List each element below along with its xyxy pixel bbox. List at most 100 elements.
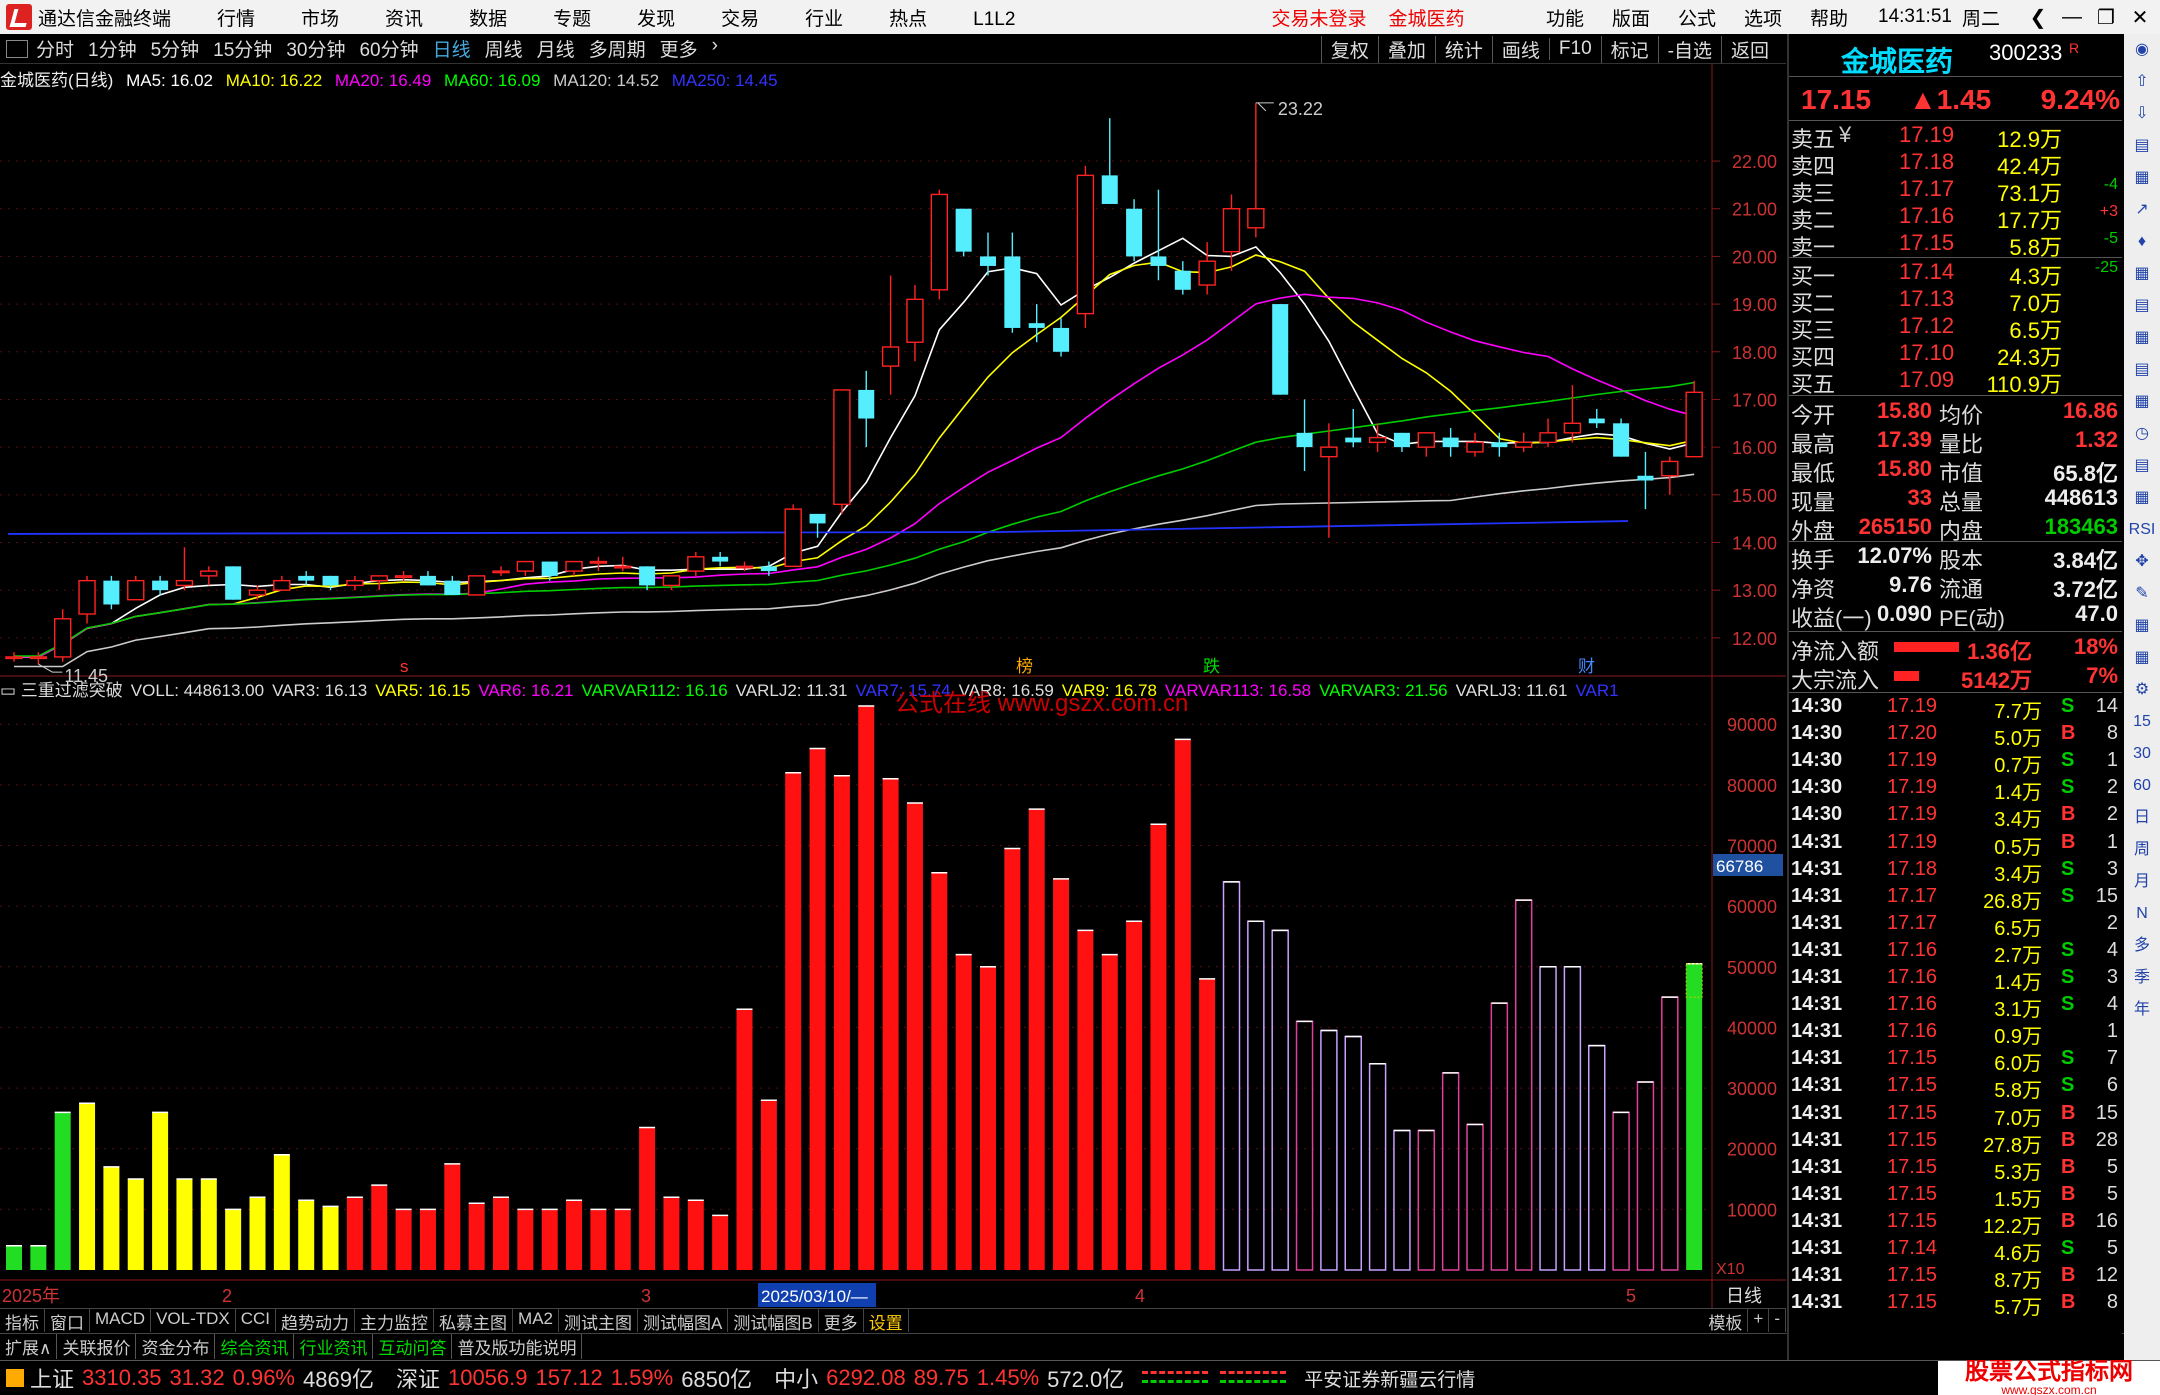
toolbar-btn-5[interactable]: 标记 (1600, 35, 1658, 63)
info-tab-6[interactable]: 普及版功能说明 (452, 1334, 583, 1359)
indicator-tab-2[interactable]: MACD (90, 1309, 152, 1332)
period-tab-8[interactable]: 月线 (537, 35, 575, 62)
info-tab-2[interactable]: 资金分布 (136, 1334, 216, 1359)
window-toggle-icon[interactable] (6, 39, 28, 58)
side-period-8[interactable]: 季 (2124, 962, 2160, 994)
side-tool-icon[interactable]: ▦ (2124, 386, 2160, 418)
side-tool-icon[interactable]: ▤ (2124, 354, 2160, 386)
period-tab-2[interactable]: 5分钟 (151, 35, 200, 62)
right-menu-item-1[interactable]: 版面 (1612, 4, 1650, 31)
indicator-tab-11[interactable]: 测试幅图B (728, 1309, 819, 1333)
menu-item-7[interactable]: 行业 (805, 9, 843, 30)
toolbar-btn-2[interactable]: 统计 (1434, 35, 1492, 63)
side-period-1[interactable]: 30 (2124, 738, 2160, 770)
sh-label[interactable]: 上证 (30, 1362, 74, 1394)
info-tab-4[interactable]: 行业资讯 (294, 1334, 374, 1359)
side-tool-icon[interactable]: ▦ (2124, 162, 2160, 194)
side-tool-icon[interactable]: ▤ (2124, 130, 2160, 162)
menu-item-4[interactable]: 专题 (553, 9, 591, 30)
right-menu-item-3[interactable]: 选项 (1744, 4, 1782, 31)
menu-item-9[interactable]: L1L2 (973, 9, 1015, 30)
info-tab-3[interactable]: 综合资讯 (215, 1334, 295, 1359)
side-tool-icon[interactable]: ⇧ (2124, 66, 2160, 98)
menu-item-8[interactable]: 热点 (889, 9, 927, 30)
period-tab-3[interactable]: 15分钟 (213, 35, 272, 62)
side-tool-icon[interactable]: ▦ (2124, 642, 2160, 674)
right-menu-item-0[interactable]: 功能 (1546, 4, 1584, 31)
menu-item-0[interactable]: 行情 (217, 9, 255, 30)
indicator-tab-0[interactable]: 指标 (0, 1309, 45, 1333)
side-tool-icon[interactable]: ♦ (2124, 226, 2160, 258)
indicator-tab-7[interactable]: 私募主图 (434, 1309, 514, 1333)
restore-icon[interactable]: ❐ (2096, 5, 2116, 30)
indicator-tab-15[interactable]: + (1748, 1309, 1770, 1332)
period-tab-4[interactable]: 30分钟 (286, 35, 345, 62)
candle-body (662, 575, 681, 587)
menu-item-1[interactable]: 市场 (301, 9, 339, 30)
period-tab-10[interactable]: 更多 (660, 35, 698, 62)
side-tool-icon[interactable]: ⇩ (2124, 98, 2160, 130)
sz-label[interactable]: 深证 (396, 1362, 440, 1394)
toolbar-btn-0[interactable]: 复权 (1320, 35, 1378, 63)
info-tab-1[interactable]: 关联报价 (57, 1334, 137, 1359)
indicator-tab-13[interactable]: 设置 (864, 1309, 909, 1333)
indicator-tab-5[interactable]: 趋势动力 (276, 1309, 356, 1333)
side-tool-icon[interactable]: ◷ (2124, 418, 2160, 450)
indicator-tab-4[interactable]: CCI (236, 1309, 277, 1332)
period-tab-1[interactable]: 1分钟 (88, 35, 137, 62)
toolbar-btn-6[interactable]: -自选 (1657, 35, 1721, 63)
back-icon[interactable]: ❮ (2028, 5, 2048, 30)
right-menu-item-4[interactable]: 帮助 (1810, 4, 1848, 31)
side-period-9[interactable]: 年 (2124, 994, 2160, 1026)
side-tool-icon[interactable]: ◉ (2124, 34, 2160, 66)
menu-item-6[interactable]: 交易 (721, 9, 759, 30)
indicator-tab-3[interactable]: VOL-TDX (151, 1309, 236, 1332)
indicator-tab-6[interactable]: 主力监控 (355, 1309, 435, 1333)
minimize-icon[interactable]: — (2062, 6, 2082, 29)
side-tool-icon[interactable]: ↗ (2124, 194, 2160, 226)
zx-label[interactable]: 中小 (774, 1362, 818, 1394)
menu-item-3[interactable]: 数据 (469, 9, 507, 30)
indicator-tab-16[interactable]: - (1769, 1309, 1786, 1332)
indicator-tab-10[interactable]: 测试幅图A (638, 1309, 729, 1333)
info-tab-0[interactable]: 扩展∧ (0, 1334, 58, 1359)
period-tab-6[interactable]: 日线 (433, 35, 471, 62)
side-period-6[interactable]: N (2124, 898, 2160, 930)
side-period-5[interactable]: 月 (2124, 866, 2160, 898)
more-chevron-icon[interactable]: › (712, 35, 718, 62)
side-tool-icon[interactable]: ▦ (2124, 482, 2160, 514)
close-icon[interactable]: ✕ (2130, 5, 2150, 30)
side-tool-icon[interactable]: ▤ (2124, 450, 2160, 482)
menu-item-5[interactable]: 发现 (637, 9, 675, 30)
side-tool-icon[interactable]: ▤ (2124, 290, 2160, 322)
side-period-7[interactable]: 多 (2124, 930, 2160, 962)
indicator-tab-14[interactable]: 模板 (1703, 1309, 1749, 1333)
side-period-2[interactable]: 60 (2124, 770, 2160, 802)
side-tool-icon[interactable]: RSI (2124, 514, 2160, 546)
toolbar-btn-3[interactable]: 画线 (1491, 35, 1549, 63)
indicator-tab-8[interactable]: MA2 (513, 1309, 559, 1332)
side-tool-icon[interactable]: ▦ (2124, 258, 2160, 290)
period-tab-7[interactable]: 周线 (485, 35, 523, 62)
indicator-tab-1[interactable]: 窗口 (45, 1309, 90, 1333)
side-tool-icon[interactable]: ▦ (2124, 322, 2160, 354)
toolbar-btn-1[interactable]: 叠加 (1377, 35, 1435, 63)
side-tool-icon[interactable]: ✎ (2124, 578, 2160, 610)
menu-item-2[interactable]: 资讯 (385, 9, 423, 30)
side-period-4[interactable]: 周 (2124, 834, 2160, 866)
side-tool-icon[interactable]: ⚙ (2124, 674, 2160, 706)
period-tab-0[interactable]: 分时 (36, 35, 74, 62)
right-menu-item-2[interactable]: 公式 (1678, 4, 1716, 31)
login-status[interactable]: 交易未登录 (1271, 4, 1366, 31)
toolbar-btn-7[interactable]: 返回 (1720, 35, 1778, 63)
side-period-0[interactable]: 15 (2124, 706, 2160, 738)
side-tool-icon[interactable]: ▦ (2124, 610, 2160, 642)
info-tab-5[interactable]: 互动问答 (373, 1334, 453, 1359)
toolbar-btn-4[interactable]: F10 (1548, 38, 1601, 60)
indicator-tab-9[interactable]: 测试主图 (559, 1309, 638, 1333)
period-tab-9[interactable]: 多周期 (589, 35, 646, 62)
indicator-tab-12[interactable]: 更多 (819, 1309, 864, 1333)
period-tab-5[interactable]: 60分钟 (359, 35, 418, 62)
side-tool-icon[interactable]: ✥ (2124, 546, 2160, 578)
side-period-3[interactable]: 日 (2124, 802, 2160, 834)
